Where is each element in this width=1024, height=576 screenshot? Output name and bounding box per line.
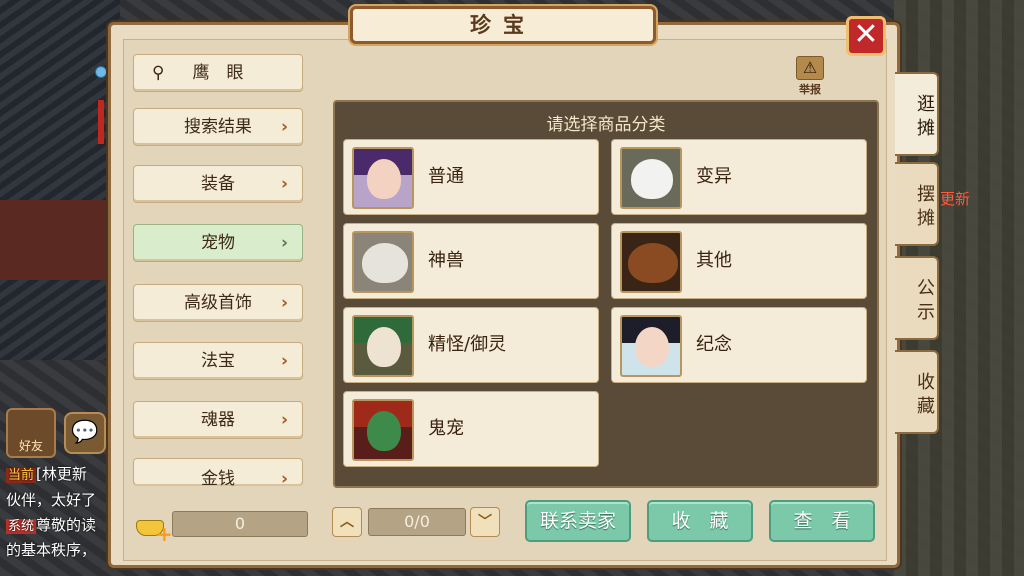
friend-label: 好友 <box>18 439 43 453</box>
page-down-button[interactable]: ﹀ <box>470 507 500 537</box>
chat-line: 当前 [林更新 <box>6 463 87 484</box>
scene-building <box>0 200 110 280</box>
chat-line: 系统 尊敬的读 <box>6 514 96 535</box>
chat-channel-tag: 系统 <box>6 519 37 534</box>
sidebar-item-label: 搜索结果 <box>184 117 252 137</box>
category-label: 纪念 <box>696 334 732 355</box>
category-label: 神兽 <box>428 250 464 271</box>
category-mutant[interactable]: 变异 <box>611 139 867 215</box>
chevron-right-icon: › <box>280 293 288 313</box>
category-label: 精怪/御灵 <box>428 334 507 355</box>
chat-line: 的基本秩序， <box>6 539 96 560</box>
chat-text: 的基本秩序， <box>6 541 97 559</box>
white-tiger-icon <box>352 231 414 293</box>
panda-mask-icon <box>352 315 414 377</box>
contact-seller-button[interactable]: 联系卖家 <box>525 500 631 542</box>
chat-text: [林更新 <box>36 465 87 483</box>
report-button[interactable]: ⚠ 举报 <box>794 56 826 96</box>
chevron-right-icon: › <box>280 469 288 486</box>
category-divine-beast[interactable]: 神兽 <box>343 223 599 299</box>
search-icon: ⚲ <box>152 63 165 83</box>
boy-portrait-icon <box>620 315 682 377</box>
category-label: 普通 <box>428 166 464 187</box>
hanging-ornament <box>94 40 108 150</box>
search-label: 鹰 眼 <box>192 63 244 83</box>
chevron-right-icon: › <box>280 351 288 371</box>
page-indicator: 0/0 <box>368 508 466 536</box>
category-other[interactable]: 其他 <box>611 223 867 299</box>
chevron-right-icon: › <box>280 233 288 253</box>
category-label: 变异 <box>696 166 732 187</box>
white-dog-icon <box>620 147 682 209</box>
tab-set-up-stall[interactable]: 摆摊 <box>895 162 939 246</box>
category-label: 鬼宠 <box>428 418 464 439</box>
page-up-button[interactable]: ︿ <box>332 507 362 537</box>
chat-text: 伙伴，太好了 <box>6 491 97 509</box>
category-normal[interactable]: 普通 <box>343 139 599 215</box>
chat-channel-tag: 当前 <box>6 468 37 483</box>
friend-button[interactable]: 好友 <box>6 408 56 458</box>
chevron-right-icon: › <box>280 174 288 194</box>
scene-news-text: 更新 <box>940 190 971 208</box>
sidebar-item-label: 装备 <box>201 174 235 194</box>
sidebar-item-label: 金钱 <box>201 469 235 486</box>
sidebar-item-soul-vessel[interactable]: 魂器 › <box>133 401 303 439</box>
window-title: 珍宝 <box>350 6 656 44</box>
tab-browse-stalls[interactable]: 逛摊 <box>895 72 939 156</box>
category-commemorative[interactable]: 纪念 <box>611 307 867 383</box>
sidebar-item-magic-artifact[interactable]: 法宝 › <box>133 342 303 380</box>
report-label: 举报 <box>799 83 821 96</box>
category-prompt: 请选择商品分类 <box>546 115 666 135</box>
sidebar-item-label: 高级首饰 <box>184 293 252 313</box>
sidebar-item-label: 法宝 <box>201 351 235 371</box>
chevron-right-icon: › <box>280 410 288 430</box>
warning-icon: ⚠ <box>796 56 824 80</box>
close-button[interactable]: ✕ <box>846 16 886 56</box>
girl-portrait-icon <box>352 147 414 209</box>
gold-ingot-add-icon[interactable]: + <box>134 510 173 546</box>
sidebar-item-equipment[interactable]: 装备 › <box>133 165 303 203</box>
sidebar-item-jewelry[interactable]: 高级首饰 › <box>133 284 303 322</box>
bear-icon <box>620 231 682 293</box>
tab-favorites[interactable]: 收藏 <box>895 350 939 434</box>
sidebar-item-label: 宠物 <box>201 233 235 253</box>
chat-bubble-icon[interactable]: 💬 <box>64 412 106 454</box>
sidebar-item-money[interactable]: 金钱 › <box>133 458 303 486</box>
category-label: 其他 <box>696 250 732 271</box>
sidebar-item-label: 魂器 <box>201 410 235 430</box>
category-ghost-pet[interactable]: 鬼宠 <box>343 391 599 467</box>
view-button[interactable]: 查 看 <box>769 500 875 542</box>
sidebar-item-search-results[interactable]: 搜索结果 › <box>133 108 303 146</box>
chevron-right-icon: › <box>280 117 288 137</box>
favorite-button[interactable]: 收 藏 <box>647 500 753 542</box>
chat-line: 伙伴，太好了 <box>6 489 96 510</box>
green-demon-icon <box>352 399 414 461</box>
eagle-eye-search-button[interactable]: ⚲ 鹰 眼 <box>133 54 303 92</box>
sidebar-item-pets[interactable]: 宠物 › <box>133 224 303 262</box>
money-display: 0 <box>172 511 308 537</box>
category-spirit[interactable]: 精怪/御灵 <box>343 307 599 383</box>
chat-text: 尊敬的读 <box>36 516 97 534</box>
tab-public-notice[interactable]: 公示 <box>895 256 939 340</box>
